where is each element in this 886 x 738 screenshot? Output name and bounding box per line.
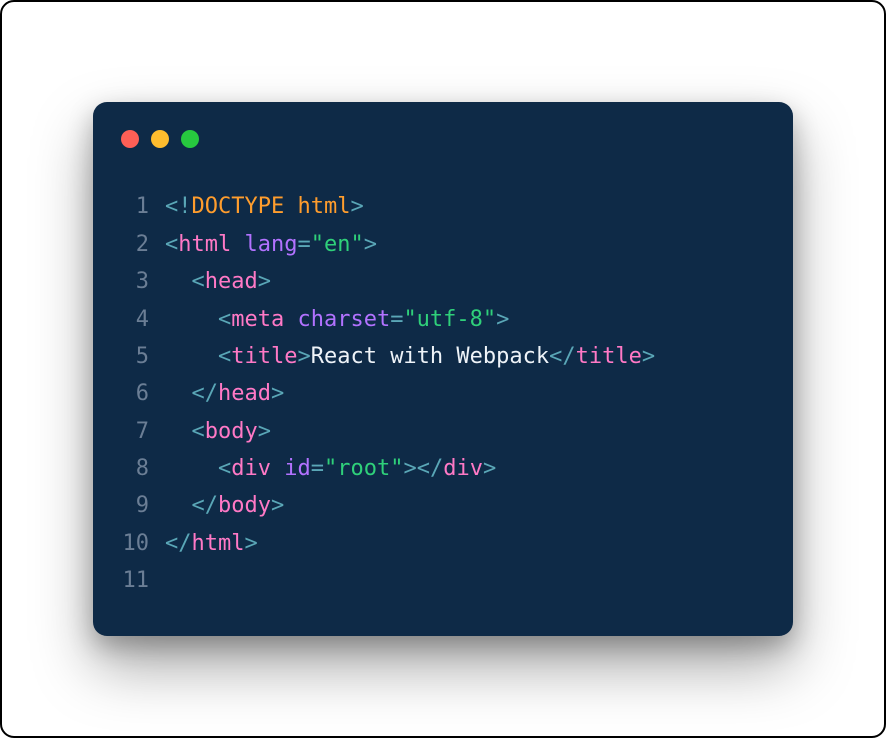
token-br: </ [192,381,219,406]
line-number: 7 [119,413,165,450]
line-content: </html> [165,525,258,562]
token-br: > [258,269,271,294]
code-line: 6 </head> [119,375,767,412]
line-content: <title>React with Webpack</title> [165,338,655,375]
token-txt [231,232,244,257]
token-attr: charset [297,307,390,332]
token-br: </ [417,456,444,481]
token-br: > [483,456,496,481]
token-txt [165,307,218,332]
token-doctype-name: html [297,194,350,219]
token-tag: body [218,493,271,518]
token-br: > [271,381,284,406]
line-number: 4 [119,301,165,338]
token-eq: = [390,307,403,332]
token-br: <! [165,194,192,219]
line-content: <!DOCTYPE html> [165,188,364,225]
code-line: 4 <meta charset="utf-8"> [119,301,767,338]
token-txt [165,419,192,444]
token-br: > [364,232,377,257]
token-br: </ [192,493,219,518]
close-icon[interactable] [121,130,139,148]
token-tag: div [443,456,483,481]
token-attr: id [284,456,311,481]
code-block: 1<!DOCTYPE html>2<html lang="en">3 <head… [119,188,767,599]
line-number: 10 [119,525,165,562]
line-number: 6 [119,375,165,412]
line-number: 2 [119,226,165,263]
token-br: < [218,344,231,369]
line-number: 8 [119,450,165,487]
token-br: < [192,269,205,294]
line-number: 11 [119,562,165,599]
token-br: > [403,456,416,481]
token-txt [165,269,192,294]
token-tag: meta [231,307,284,332]
line-number: 3 [119,263,165,300]
token-tag: head [218,381,271,406]
token-tag: title [231,344,297,369]
line-number: 1 [119,188,165,225]
line-content: <html lang="en"> [165,226,377,263]
token-br: > [496,307,509,332]
code-line: 11 [119,562,767,599]
token-br: > [271,493,284,518]
line-content: <meta charset="utf-8"> [165,301,509,338]
line-content: <body> [165,413,271,450]
token-txt [284,194,297,219]
token-eq: = [311,456,324,481]
maximize-icon[interactable] [181,130,199,148]
token-br: > [244,531,257,556]
token-str: "en" [311,232,364,257]
line-content: </head> [165,375,284,412]
token-str: "utf-8" [403,307,496,332]
line-content: <div id="root"></div> [165,450,496,487]
code-window: 1<!DOCTYPE html>2<html lang="en">3 <head… [93,102,793,635]
token-tag: html [178,232,231,257]
token-tag: title [576,344,642,369]
line-content: </body> [165,487,284,524]
token-br: > [258,419,271,444]
code-line: 3 <head> [119,263,767,300]
token-attr: lang [244,232,297,257]
token-br: </ [549,344,576,369]
token-txt [165,344,218,369]
minimize-icon[interactable] [151,130,169,148]
code-line: 7 <body> [119,413,767,450]
code-line: 9 </body> [119,487,767,524]
token-br: > [350,194,363,219]
token-br: </ [165,531,192,556]
token-eq: = [297,232,310,257]
line-content: <head> [165,263,271,300]
token-doctype-kw: DOCTYPE [192,194,285,219]
token-br: < [218,307,231,332]
code-line: 2<html lang="en"> [119,226,767,263]
code-line: 8 <div id="root"></div> [119,450,767,487]
token-br: > [297,344,310,369]
line-number: 9 [119,487,165,524]
window-controls [121,130,767,148]
token-br: < [165,232,178,257]
token-str: "root" [324,456,403,481]
token-txt [284,307,297,332]
token-tag: html [192,531,245,556]
token-txt [271,456,284,481]
token-txt [165,493,192,518]
token-txt: React with Webpack [311,344,549,369]
code-line: 1<!DOCTYPE html> [119,188,767,225]
token-br: > [642,344,655,369]
token-tag: head [205,269,258,294]
token-txt [165,381,192,406]
code-line: 10</html> [119,525,767,562]
token-tag: div [231,456,271,481]
token-br: < [192,419,205,444]
line-number: 5 [119,338,165,375]
token-txt [165,456,218,481]
code-line: 5 <title>React with Webpack</title> [119,338,767,375]
token-br: < [218,456,231,481]
token-tag: body [205,419,258,444]
